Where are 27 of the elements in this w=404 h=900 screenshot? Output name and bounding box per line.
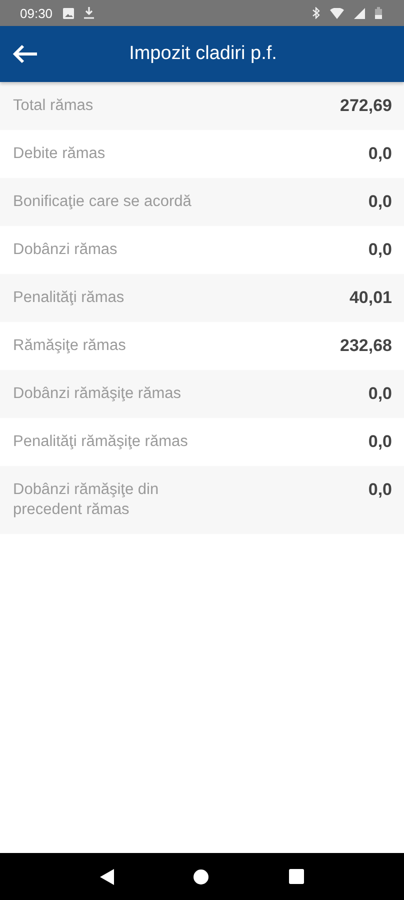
wifi-icon [330, 8, 344, 18]
status-time: 09:30 [20, 6, 53, 20]
row-value: 0,0 [368, 144, 392, 164]
row-label: Dobânzi rămas [13, 240, 118, 260]
row-label: Rămăşiţe rămas [13, 336, 127, 356]
row-value: 0,0 [368, 192, 392, 212]
row-label: Debite rămas [13, 144, 106, 164]
image-icon [62, 8, 74, 18]
row-label: Total rămas [13, 96, 94, 116]
bluetooth-icon [312, 7, 320, 19]
row-value: 232,68 [340, 336, 392, 356]
battery-icon [375, 7, 382, 19]
row-value: 272,69 [340, 96, 392, 116]
row-label: Bonificaţie care se acordă [13, 192, 192, 212]
screen-title: Impozit cladiri p.f. [128, 43, 278, 65]
row-label: Penalităţi rămăşiţe rămas [13, 432, 189, 452]
back-arrow-icon [12, 44, 38, 64]
signal-icon [354, 8, 365, 18]
row-value: 0,0 [368, 384, 392, 404]
row-label: Dobânzi rămăşiţe rămas [13, 384, 182, 404]
row-label: Dobânzi rămăşiţe din precedent rămas [13, 480, 160, 520]
download-icon [84, 7, 94, 19]
row-value: 40,01 [349, 288, 392, 308]
row-label: Penalităţi rămas [13, 288, 126, 308]
row-value: 0,0 [368, 432, 392, 452]
row-value: 0,0 [368, 480, 392, 500]
row-value: 0,0 [368, 240, 392, 260]
